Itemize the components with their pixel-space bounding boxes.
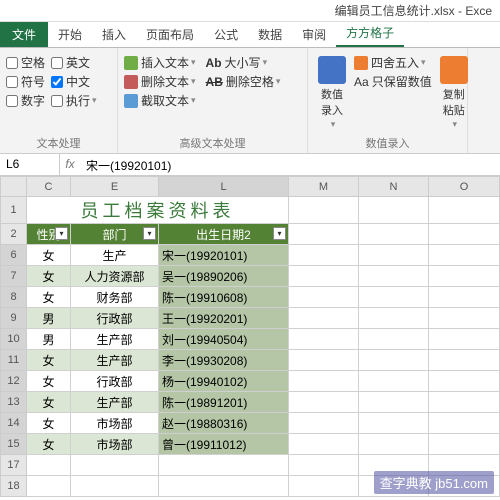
chevron-down-icon: ▾ — [92, 95, 97, 106]
cell-gender[interactable]: 女 — [27, 392, 71, 413]
hdr-gender[interactable]: 性别▾ — [27, 224, 71, 245]
chk-space[interactable]: 空格 — [6, 54, 45, 71]
cell-gender[interactable]: 女 — [27, 371, 71, 392]
group-num-input: 数值录入 — [314, 133, 461, 151]
window-title: 编辑员工信息统计.xlsx - Exce — [0, 0, 500, 22]
tab-ffgz[interactable]: 方方格子 — [336, 20, 404, 47]
table-row[interactable]: 6 女 生产 宋一(19920101) — [1, 245, 500, 266]
paste-icon — [440, 56, 468, 84]
cell-birth[interactable]: 吴一(19890206) — [159, 266, 289, 287]
fx-icon[interactable]: fx — [60, 154, 80, 175]
watermark: 查字典教 jb51.com — [374, 471, 494, 494]
btn-copy-paste[interactable]: 复制粘贴▾ — [436, 52, 472, 132]
select-all[interactable] — [1, 177, 27, 197]
cell-gender[interactable]: 男 — [27, 308, 71, 329]
btn-delete-space[interactable]: AB删除空格▾ — [206, 73, 281, 90]
insert-text-icon — [124, 56, 138, 70]
table-row[interactable]: 15 女 市场部 曾一(19911012) — [1, 434, 500, 455]
tab-home[interactable]: 开始 — [48, 22, 92, 47]
spreadsheet-grid[interactable]: C E L M N O 1 员工档案资料表 2 性别▾ 部门▾ 出生日期2▾ 6… — [0, 176, 500, 497]
cell-dept[interactable]: 人力资源部 — [71, 266, 159, 287]
chk-chinese[interactable]: 中文 — [51, 73, 97, 90]
table-row[interactable]: 13 女 生产部 陈一(19891201) — [1, 392, 500, 413]
cell-dept[interactable]: 行政部 — [71, 308, 159, 329]
cell-gender[interactable]: 女 — [27, 434, 71, 455]
cell-dept[interactable]: 市场部 — [71, 413, 159, 434]
cell-dept[interactable]: 生产部 — [71, 350, 159, 371]
crop-text-icon — [124, 94, 138, 108]
filter-icon[interactable]: ▾ — [55, 227, 68, 240]
btn-crop-text[interactable]: 截取文本▾ — [124, 92, 196, 109]
chk-number[interactable]: 数字 — [6, 92, 45, 109]
cell-birth[interactable]: 陈一(19891201) — [159, 392, 289, 413]
column-headers[interactable]: C E L M N O — [1, 177, 500, 197]
cell-birth[interactable]: 刘一(19940504) — [159, 329, 289, 350]
cell-gender[interactable]: 女 — [27, 413, 71, 434]
tab-file[interactable]: 文件 — [0, 22, 48, 47]
cell-birth[interactable]: 王一(19920201) — [159, 308, 289, 329]
cell-gender[interactable]: 男 — [27, 329, 71, 350]
table-row[interactable]: 7 女 人力资源部 吴一(19890206) — [1, 266, 500, 287]
tab-insert[interactable]: 插入 — [92, 22, 136, 47]
cell-dept[interactable]: 市场部 — [71, 434, 159, 455]
row-1[interactable]: 1 员工档案资料表 — [1, 197, 500, 224]
cell-dept[interactable]: 生产 — [71, 245, 159, 266]
num-input-icon — [318, 56, 346, 84]
btn-insert-text[interactable]: 插入文本▾ — [124, 54, 196, 71]
cell-gender[interactable]: 女 — [27, 350, 71, 371]
ribbon: 空格 符号 数字 英文 中文 执行▾ 文本处理 插入文本▾ 删除文本▾ 截取文本… — [0, 48, 500, 154]
round-icon — [354, 56, 368, 70]
table-row[interactable]: 9 男 行政部 王一(19920201) — [1, 308, 500, 329]
group-text-processing: 文本处理 — [6, 133, 111, 151]
cell-birth[interactable]: 陈一(19910608) — [159, 287, 289, 308]
cell-birth[interactable]: 宋一(19920101) — [159, 245, 289, 266]
tab-formula[interactable]: 公式 — [204, 22, 248, 47]
btn-delete-text[interactable]: 删除文本▾ — [124, 73, 196, 90]
chk-symbol[interactable]: 符号 — [6, 73, 45, 90]
hdr-birth[interactable]: 出生日期2▾ — [159, 224, 289, 245]
hdr-dept[interactable]: 部门▾ — [71, 224, 159, 245]
table-row[interactable]: 14 女 市场部 赵一(19880316) — [1, 413, 500, 434]
table-row[interactable]: 10 男 生产部 刘一(19940504) — [1, 329, 500, 350]
chk-execute[interactable]: 执行▾ — [51, 92, 97, 109]
cell-dept[interactable]: 行政部 — [71, 371, 159, 392]
cell-gender[interactable]: 女 — [27, 266, 71, 287]
table-row[interactable]: 8 女 财务部 陈一(19910608) — [1, 287, 500, 308]
cell-dept[interactable]: 生产部 — [71, 392, 159, 413]
filter-icon[interactable]: ▾ — [273, 227, 286, 240]
cell-gender[interactable]: 女 — [27, 245, 71, 266]
delete-text-icon — [124, 75, 138, 89]
tab-data[interactable]: 数据 — [248, 22, 292, 47]
cell-birth[interactable]: 曾一(19911012) — [159, 434, 289, 455]
cell-gender[interactable]: 女 — [27, 287, 71, 308]
chk-english[interactable]: 英文 — [51, 54, 97, 71]
formula-input[interactable]: 宋一(19920101) — [80, 154, 500, 175]
cell-dept[interactable]: 财务部 — [71, 287, 159, 308]
tab-review[interactable]: 审阅 — [292, 22, 336, 47]
btn-case[interactable]: Ab大小写▾ — [206, 54, 281, 71]
sheet-title: 员工档案资料表 — [27, 197, 289, 224]
cell-birth[interactable]: 李一(19930208) — [159, 350, 289, 371]
ribbon-tabs: 文件 开始 插入 页面布局 公式 数据 审阅 方方格子 — [0, 22, 500, 48]
btn-round[interactable]: 四舍五入▾ — [354, 54, 432, 71]
name-box[interactable]: L6 — [0, 154, 60, 175]
cell-dept[interactable]: 生产部 — [71, 329, 159, 350]
filter-icon[interactable]: ▾ — [143, 227, 156, 240]
table-row[interactable]: 11 女 生产部 李一(19930208) — [1, 350, 500, 371]
btn-num-input[interactable]: 数值录入▾ — [314, 52, 350, 132]
btn-keep-num[interactable]: Aa只保留数值 — [354, 73, 432, 90]
table-row[interactable]: 12 女 行政部 杨一(19940102) — [1, 371, 500, 392]
cell-birth[interactable]: 杨一(19940102) — [159, 371, 289, 392]
cell-birth[interactable]: 赵一(19880316) — [159, 413, 289, 434]
formula-bar: L6 fx 宋一(19920101) — [0, 154, 500, 176]
row-2[interactable]: 2 性别▾ 部门▾ 出生日期2▾ — [1, 224, 500, 245]
group-adv-text: 高级文本处理 — [124, 133, 301, 151]
tab-layout[interactable]: 页面布局 — [136, 22, 204, 47]
